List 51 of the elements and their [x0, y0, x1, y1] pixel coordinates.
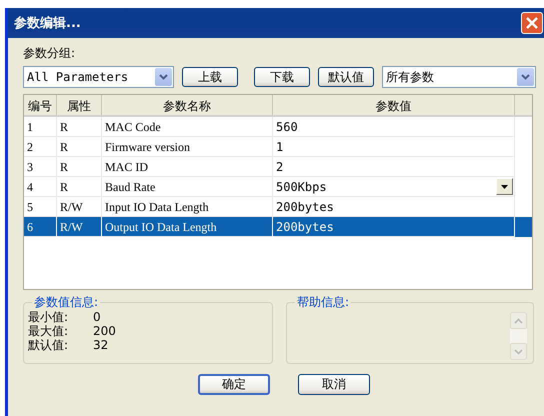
table-row[interactable]: 6 R/W Output IO Data Length 200bytes	[24, 217, 532, 237]
filter-dropdown[interactable]: 所有参数	[382, 66, 536, 88]
info-value: 200	[93, 324, 116, 338]
table-cell: R	[57, 157, 102, 177]
close-icon	[525, 16, 539, 30]
table-cell: R	[57, 117, 102, 137]
toolbar-button[interactable]: 默认值	[318, 67, 374, 87]
group-dropdown[interactable]: All Parameters	[23, 66, 174, 88]
table-cell: R	[57, 137, 102, 157]
table-cell: 4	[24, 177, 57, 197]
table-cell: 560	[273, 117, 515, 137]
table-cell: 2	[273, 157, 515, 177]
table-row[interactable]: 3 R MAC ID 2	[24, 157, 532, 177]
column-header[interactable]: 参数值	[273, 95, 515, 117]
table-cell: Baud Rate	[102, 177, 273, 197]
table-cell: MAC ID	[102, 157, 273, 177]
table-cell: 1	[273, 137, 515, 157]
info-label: 默认值:	[28, 338, 70, 352]
table-cell: MAC Code	[102, 117, 273, 137]
table-cell: Firmware version	[102, 137, 273, 157]
dialog-button[interactable]: 确定	[198, 374, 270, 395]
column-header[interactable]: 参数名称	[102, 95, 273, 117]
group-label: 参数分组:	[23, 45, 76, 62]
group-title: 帮助信息:	[295, 294, 352, 310]
info-label: 最大值:	[28, 324, 70, 338]
table-cell: Output IO Data Length	[102, 217, 273, 237]
group-title: 参数值信息:	[32, 294, 100, 310]
toolbar-button[interactable]: 上载	[182, 67, 238, 87]
dialog-button[interactable]: 取消	[298, 374, 370, 395]
column-header[interactable]: 属性	[57, 95, 102, 117]
close-button[interactable]	[521, 12, 543, 34]
table-cell: 2	[24, 137, 57, 157]
scroll-down-icon[interactable]	[510, 343, 527, 360]
table-cell: 200bytes	[273, 217, 515, 237]
table-cell: 3	[24, 157, 57, 177]
table-cell: R	[57, 177, 102, 197]
table-cell: 1	[24, 117, 57, 137]
value-dropdown[interactable]: 500Kbps	[273, 177, 515, 197]
window-title: 参数编辑...	[14, 14, 81, 32]
column-header[interactable]: 编号	[24, 95, 57, 117]
scrollbar[interactable]	[510, 312, 527, 360]
table-cell: 6	[24, 217, 57, 237]
toolbar-button[interactable]: 下载	[254, 67, 310, 87]
table-row[interactable]: 1 R MAC Code 560	[24, 117, 532, 137]
table-row[interactable]: 2 R Firmware version 1	[24, 137, 532, 157]
table-cell: R/W	[57, 217, 102, 237]
scroll-up-icon[interactable]	[510, 312, 527, 329]
info-value: 0	[93, 310, 101, 324]
table-row[interactable]: 4 R Baud Rate 500Kbps	[24, 177, 532, 197]
info-value: 32	[93, 338, 108, 352]
info-label: 最小值:	[28, 310, 70, 324]
